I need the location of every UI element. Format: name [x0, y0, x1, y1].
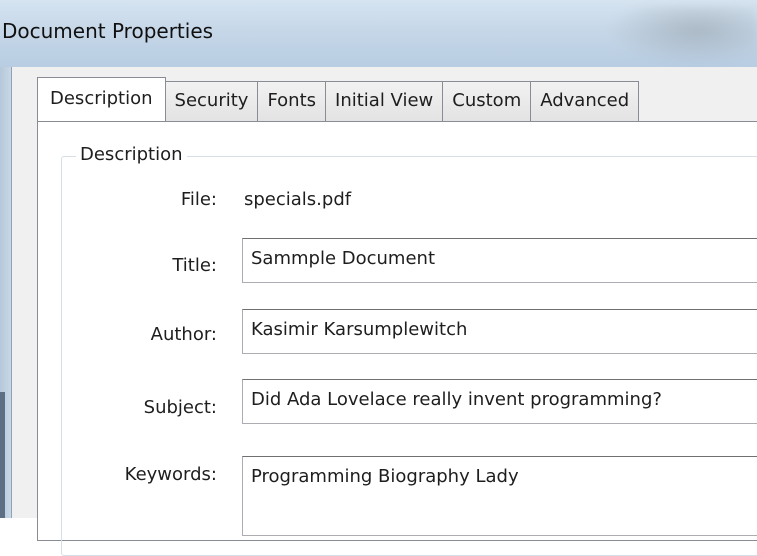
title-label: Title: [172, 255, 217, 276]
tab-strip: Description Security Fonts Initial View … [37, 77, 640, 121]
window-titlebar[interactable]: Document Properties [0, 0, 757, 67]
window-title: Document Properties [2, 19, 214, 43]
subject-field[interactable]: Did Ada Lovelace really invent programmi… [242, 379, 757, 424]
keywords-field[interactable]: Programming Biography Lady [242, 456, 757, 536]
tab-fonts[interactable]: Fonts [258, 81, 327, 121]
tab-description[interactable]: Description [37, 77, 166, 121]
title-field[interactable]: Sammple Document [242, 238, 757, 283]
file-label: File: [180, 189, 217, 210]
description-group-legend: Description [76, 142, 187, 168]
author-field[interactable]: Kasimir Karsumplewitch [242, 309, 757, 354]
subject-label: Subject: [143, 397, 217, 418]
titlebar-background-blur [607, 6, 757, 66]
file-value: specials.pdf [244, 189, 352, 210]
author-label: Author: [150, 324, 217, 345]
tab-initial-view[interactable]: Initial View [326, 81, 444, 121]
keywords-label: Keywords: [124, 464, 217, 485]
window-frame-shadow [0, 392, 5, 518]
tab-custom[interactable]: Custom [443, 81, 532, 121]
tab-advanced[interactable]: Advanced [531, 81, 640, 121]
tab-security[interactable]: Security [165, 81, 259, 121]
